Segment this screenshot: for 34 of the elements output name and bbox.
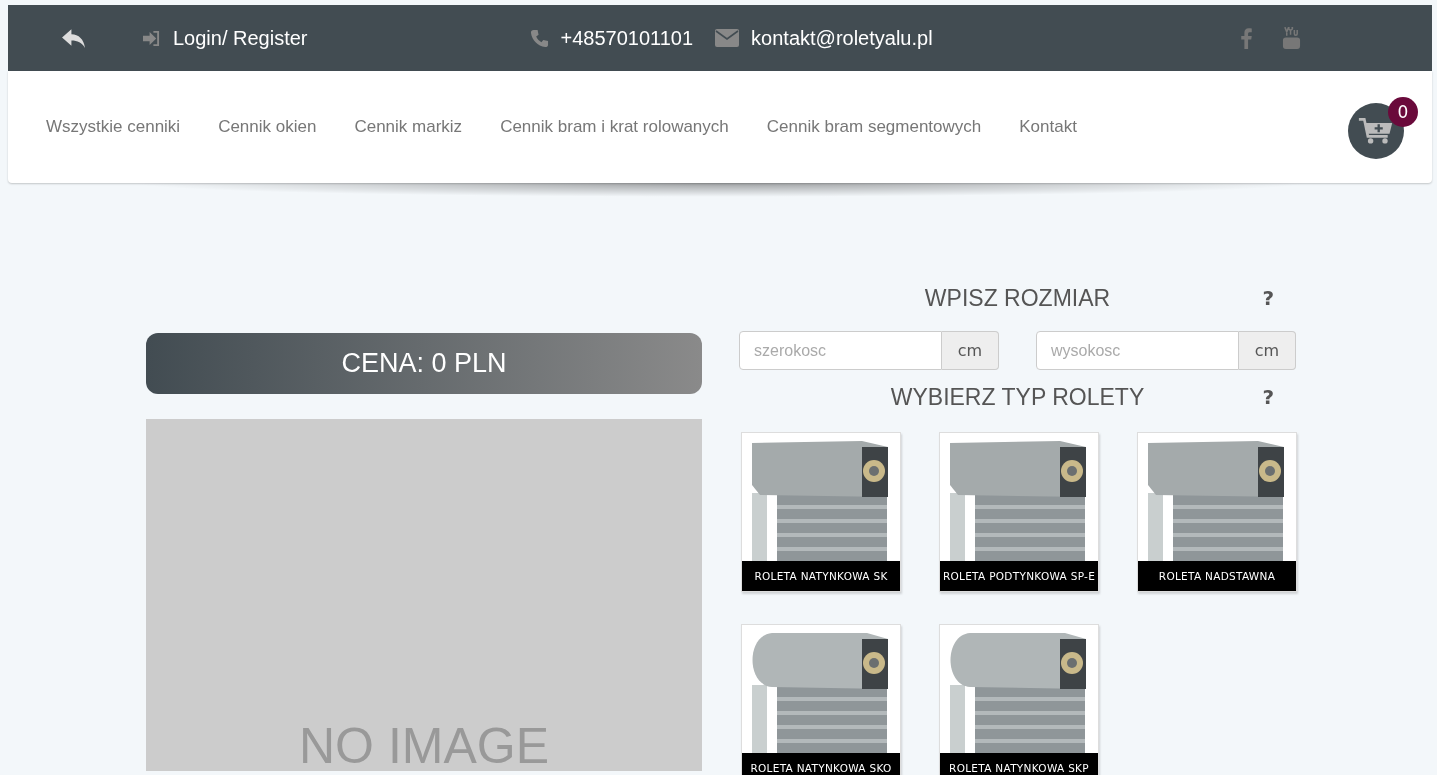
help-mark[interactable]: ? bbox=[1262, 385, 1274, 409]
section-title: WYBIERZ TYP ROLETY bbox=[890, 383, 1145, 411]
phone-number[interactable]: +48570101101 bbox=[560, 26, 694, 50]
nav-link[interactable]: Cennik bram segmentowych bbox=[766, 117, 982, 137]
shutter-type-card[interactable]: ROLETA NADSTAWNA bbox=[1137, 432, 1297, 592]
card-caption: ROLETA PODTYNKOWA SP-E bbox=[940, 561, 1098, 591]
nav-link[interactable]: Cennik okien bbox=[218, 117, 317, 137]
price-banner: CENA: 0 PLN bbox=[146, 333, 702, 394]
unit-addon: cm bbox=[1239, 331, 1296, 370]
section-title: WPISZ ROZMIAR bbox=[924, 284, 1111, 312]
size-input-field[interactable]: wysokosc bbox=[1036, 331, 1239, 370]
help-mark[interactable]: ? bbox=[1262, 286, 1274, 310]
nav-link[interactable]: Cennik bram i krat rolowanych bbox=[500, 117, 729, 137]
email-address[interactable]: kontakt@roletyalu.pl bbox=[751, 26, 933, 50]
back-arrow-icon[interactable] bbox=[61, 27, 86, 49]
phone-icon bbox=[529, 28, 549, 48]
unit-addon: cm bbox=[942, 331, 999, 370]
cart-plus-icon bbox=[1358, 116, 1394, 146]
nav-link[interactable]: Wszystkie cenniki bbox=[46, 117, 181, 137]
sign-in-icon bbox=[142, 29, 161, 47]
nav-link[interactable]: Cennik markiz bbox=[354, 117, 463, 137]
size-input-field[interactable]: szerokosc bbox=[739, 331, 942, 370]
login-register-link[interactable]: Login/ Register bbox=[173, 26, 308, 50]
shutter-type-card[interactable]: ROLETA NATYNKOWA SK bbox=[741, 432, 901, 592]
envelope-icon bbox=[715, 29, 740, 47]
card-caption: ROLETA NADSTAWNA bbox=[1138, 561, 1296, 591]
nav-link[interactable]: Kontakt bbox=[1019, 117, 1077, 137]
shutter-type-card[interactable]: ROLETA NATYNKOWA SKP bbox=[939, 624, 1099, 775]
card-caption: ROLETA NATYNKOWA SK bbox=[742, 561, 900, 591]
cart-count-badge: 0 bbox=[1388, 97, 1418, 127]
card-caption: ROLETA NATYNKOWA SKO bbox=[742, 753, 900, 775]
card-caption: ROLETA NATYNKOWA SKP bbox=[940, 753, 1098, 775]
shutter-type-card[interactable]: ROLETA PODTYNKOWA SP-E bbox=[939, 432, 1099, 592]
shutter-type-card[interactable]: ROLETA NATYNKOWA SKO bbox=[741, 624, 901, 775]
